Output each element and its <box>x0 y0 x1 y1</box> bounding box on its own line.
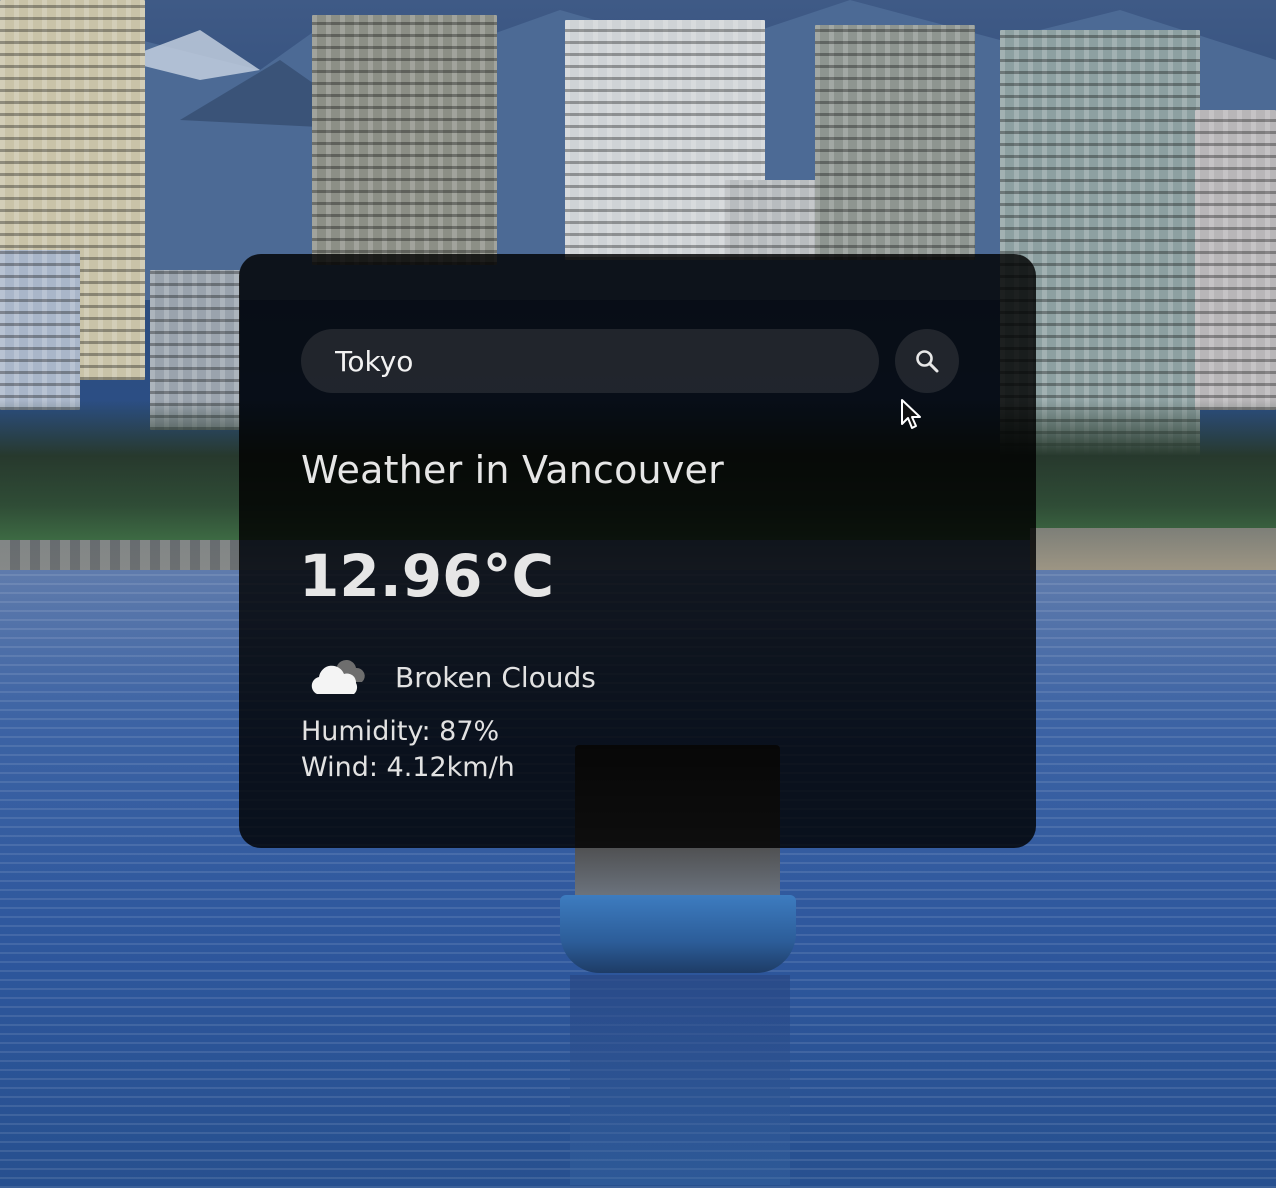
building <box>312 15 497 265</box>
weather-card: Weather in Vancouver 12.96°C Broken Clou… <box>239 254 1036 848</box>
search-button[interactable] <box>895 329 959 393</box>
condition-row: Broken Clouds <box>307 652 596 702</box>
temperature: 12.96°C <box>299 542 555 610</box>
shoreline-rocks <box>0 540 240 570</box>
humidity: Humidity: 87% <box>301 716 500 747</box>
weather-title: Weather in Vancouver <box>301 448 724 492</box>
weather-condition: Broken Clouds <box>395 660 596 694</box>
city-search-input[interactable] <box>301 329 879 393</box>
mouse-cursor-icon <box>901 399 921 429</box>
boat-hull <box>560 895 796 973</box>
building <box>1195 110 1276 410</box>
building <box>815 25 975 260</box>
search-icon <box>916 350 939 373</box>
building <box>0 250 80 410</box>
broken-clouds-icon <box>311 659 365 694</box>
wind-speed: Wind: 4.12km/h <box>301 752 515 783</box>
boat-reflection <box>570 975 790 1185</box>
search-bar <box>301 329 961 395</box>
